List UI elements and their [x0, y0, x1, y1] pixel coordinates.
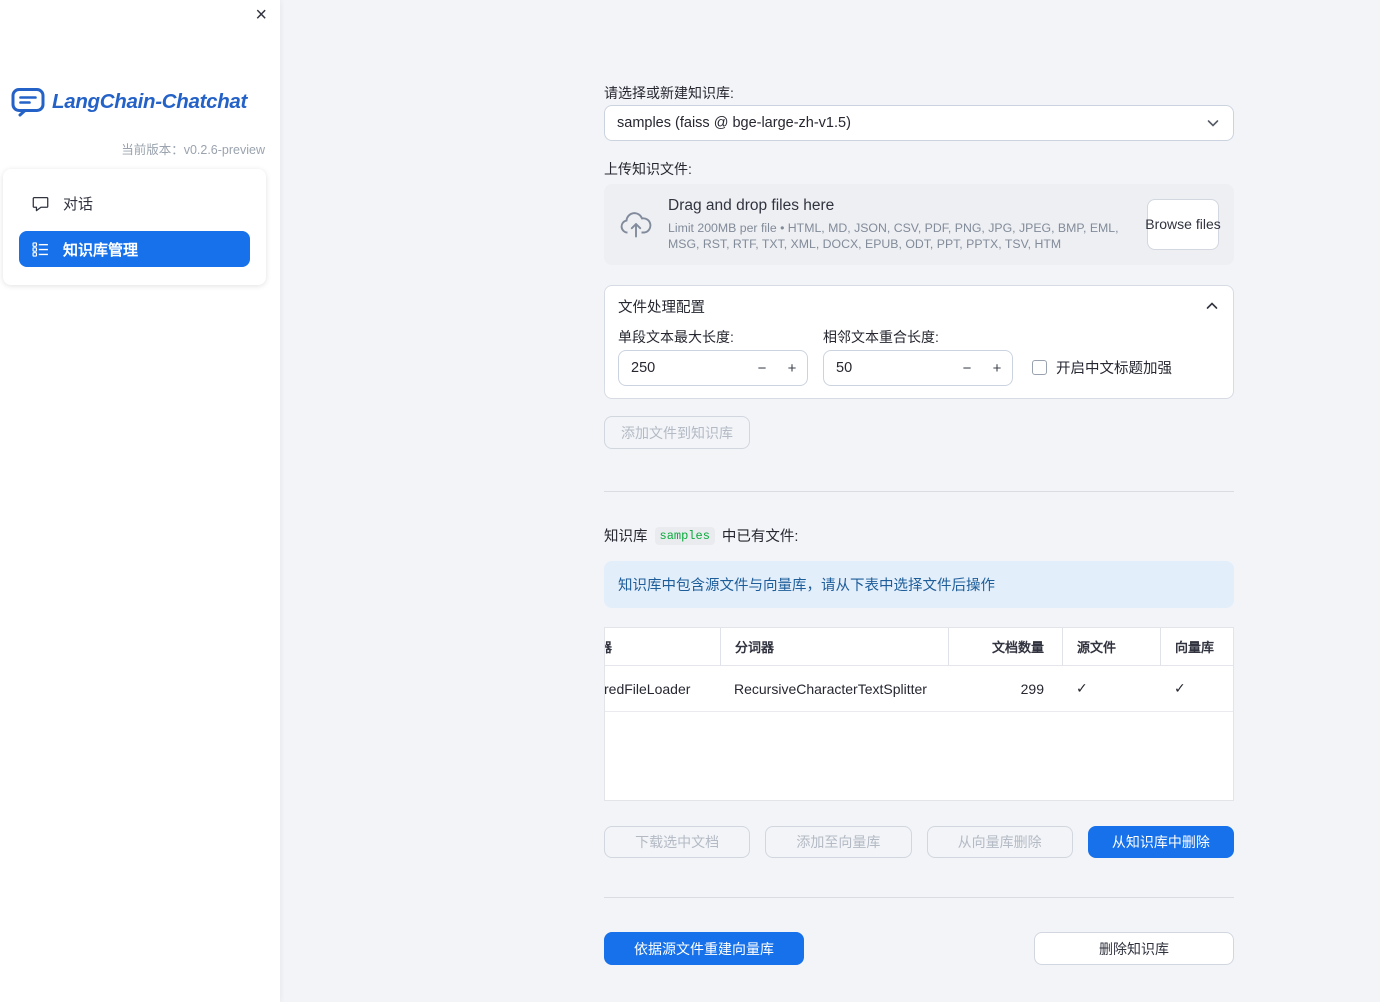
table-empty-area — [605, 712, 1233, 800]
cell-doc-count[interactable]: 299 — [948, 666, 1062, 712]
checkbox-icon — [1032, 360, 1047, 375]
kb-files-suffix: 中已有文件: — [721, 529, 799, 545]
dropzone-instructions: Drag and drop files here Limit 200MB per… — [668, 197, 1132, 252]
chunk-size-label: 单段文本最大长度: — [618, 329, 734, 345]
chunk-size-input[interactable]: 250 − + — [618, 350, 808, 386]
col-header-source-file[interactable]: 源文件 — [1062, 628, 1160, 666]
delete-from-kb-button[interactable]: 从知识库中删除 — [1087, 826, 1234, 858]
col-header-vector-store[interactable]: 向量库 — [1160, 628, 1233, 666]
overlap-size-value: 50 — [836, 360, 853, 376]
add-to-vector-store-button: 添加至向量库 — [765, 826, 912, 858]
cell-loader[interactable]: redFileLoader — [605, 666, 720, 712]
add-files-to-kb-button: 添加文件到知识库 — [604, 416, 750, 449]
chevron-down-icon — [1205, 115, 1221, 131]
kb-select-label: 请选择或新建知识库: — [604, 85, 734, 101]
delete-kb-button[interactable]: 删除知识库 — [1034, 932, 1234, 965]
increment-button[interactable]: + — [777, 351, 807, 385]
upload-cloud-icon — [619, 211, 653, 238]
overlap-size-label: 相邻文本重合长度: — [823, 329, 939, 345]
dropzone-title: Drag and drop files here — [668, 196, 835, 214]
col-header-tokenizer[interactable]: 分词器 — [720, 628, 948, 666]
version-text: 当前版本：v0.2.6-preview — [121, 143, 265, 157]
increment-button[interactable]: + — [982, 351, 1012, 385]
divider — [604, 897, 1234, 898]
table-action-buttons: 下载选中文档 添加至向量库 从向量库删除 从知识库中删除 — [604, 826, 1234, 858]
kb-name-code: samples — [654, 526, 715, 545]
kb-select[interactable]: samples (faiss @ bge-large-zh-v1.5) — [604, 105, 1234, 141]
col-header-doc-count[interactable]: 文档数量 — [948, 628, 1062, 666]
file-dropzone[interactable]: Drag and drop files here Limit 200MB per… — [604, 184, 1234, 265]
kb-select-value: samples (faiss @ bge-large-zh-v1.5) — [617, 115, 851, 131]
existing-files-heading: 知识库 samples 中已有文件: — [604, 525, 798, 546]
expander-header[interactable]: 文件处理配置 — [618, 295, 1220, 317]
decrement-button[interactable]: − — [747, 351, 777, 385]
chevron-up-icon — [1204, 298, 1220, 314]
cell-tokenizer[interactable]: RecursiveCharacterTextSplitter — [720, 666, 948, 712]
rebuild-vector-store-button[interactable]: 依据源文件重建向量库 — [604, 932, 804, 965]
checkbox-label: 开启中文标题加强 — [1056, 361, 1172, 377]
upload-label: 上传知识文件: — [604, 161, 692, 177]
expander-title: 文件处理配置 — [618, 299, 705, 316]
chat-icon — [32, 195, 49, 212]
info-banner: 知识库中包含源文件与向量库，请从下表中选择文件后操作 — [604, 561, 1234, 608]
files-table: 器 分词器 文档数量 源文件 向量库 redFileLoader Recursi… — [604, 627, 1234, 801]
menu-item-knowledge-base[interactable]: 知识库管理 — [19, 231, 250, 267]
dropzone-limit-text: Limit 200MB per file • HTML, MD, JSON, C… — [668, 220, 1119, 251]
knowledge-base-icon — [32, 241, 49, 258]
title-enhance-checkbox[interactable]: 开启中文标题加强 — [1032, 357, 1172, 378]
kb-files-prefix: 知识库 — [604, 529, 648, 545]
chunk-size-value: 250 — [631, 360, 656, 376]
sidebar-menu: 对话 知识库管理 — [3, 169, 266, 285]
download-selected-button: 下载选中文档 — [604, 826, 751, 858]
decrement-button[interactable]: − — [952, 351, 982, 385]
col-header-loader-partial[interactable]: 器 — [605, 628, 720, 666]
overlap-size-input[interactable]: 50 − + — [823, 350, 1013, 386]
browse-files-button[interactable]: Browse files — [1145, 199, 1221, 250]
menu-item-dialogue[interactable]: 对话 — [19, 185, 250, 221]
file-config-expander: 文件处理配置 单段文本最大长度: 相邻文本重合长度: 250 − + 50 − … — [604, 285, 1234, 399]
sidebar: × LangChain-Chatchat 当前版本：v0.2.6-preview… — [0, 0, 280, 1002]
menu-item-label: 知识库管理 — [63, 241, 139, 259]
menu-item-label: 对话 — [63, 195, 94, 213]
logo: LangChain-Chatchat — [11, 87, 247, 117]
cell-source-file[interactable]: ✓ — [1062, 666, 1160, 712]
sidebar-close-icon[interactable]: × — [255, 5, 267, 25]
delete-from-vector-store-button: 从向量库删除 — [926, 826, 1073, 858]
divider — [604, 491, 1234, 492]
logo-chat-icon — [11, 87, 45, 117]
cell-vector-store[interactable]: ✓ — [1160, 666, 1233, 712]
logo-text: LangChain-Chatchat — [52, 90, 248, 113]
